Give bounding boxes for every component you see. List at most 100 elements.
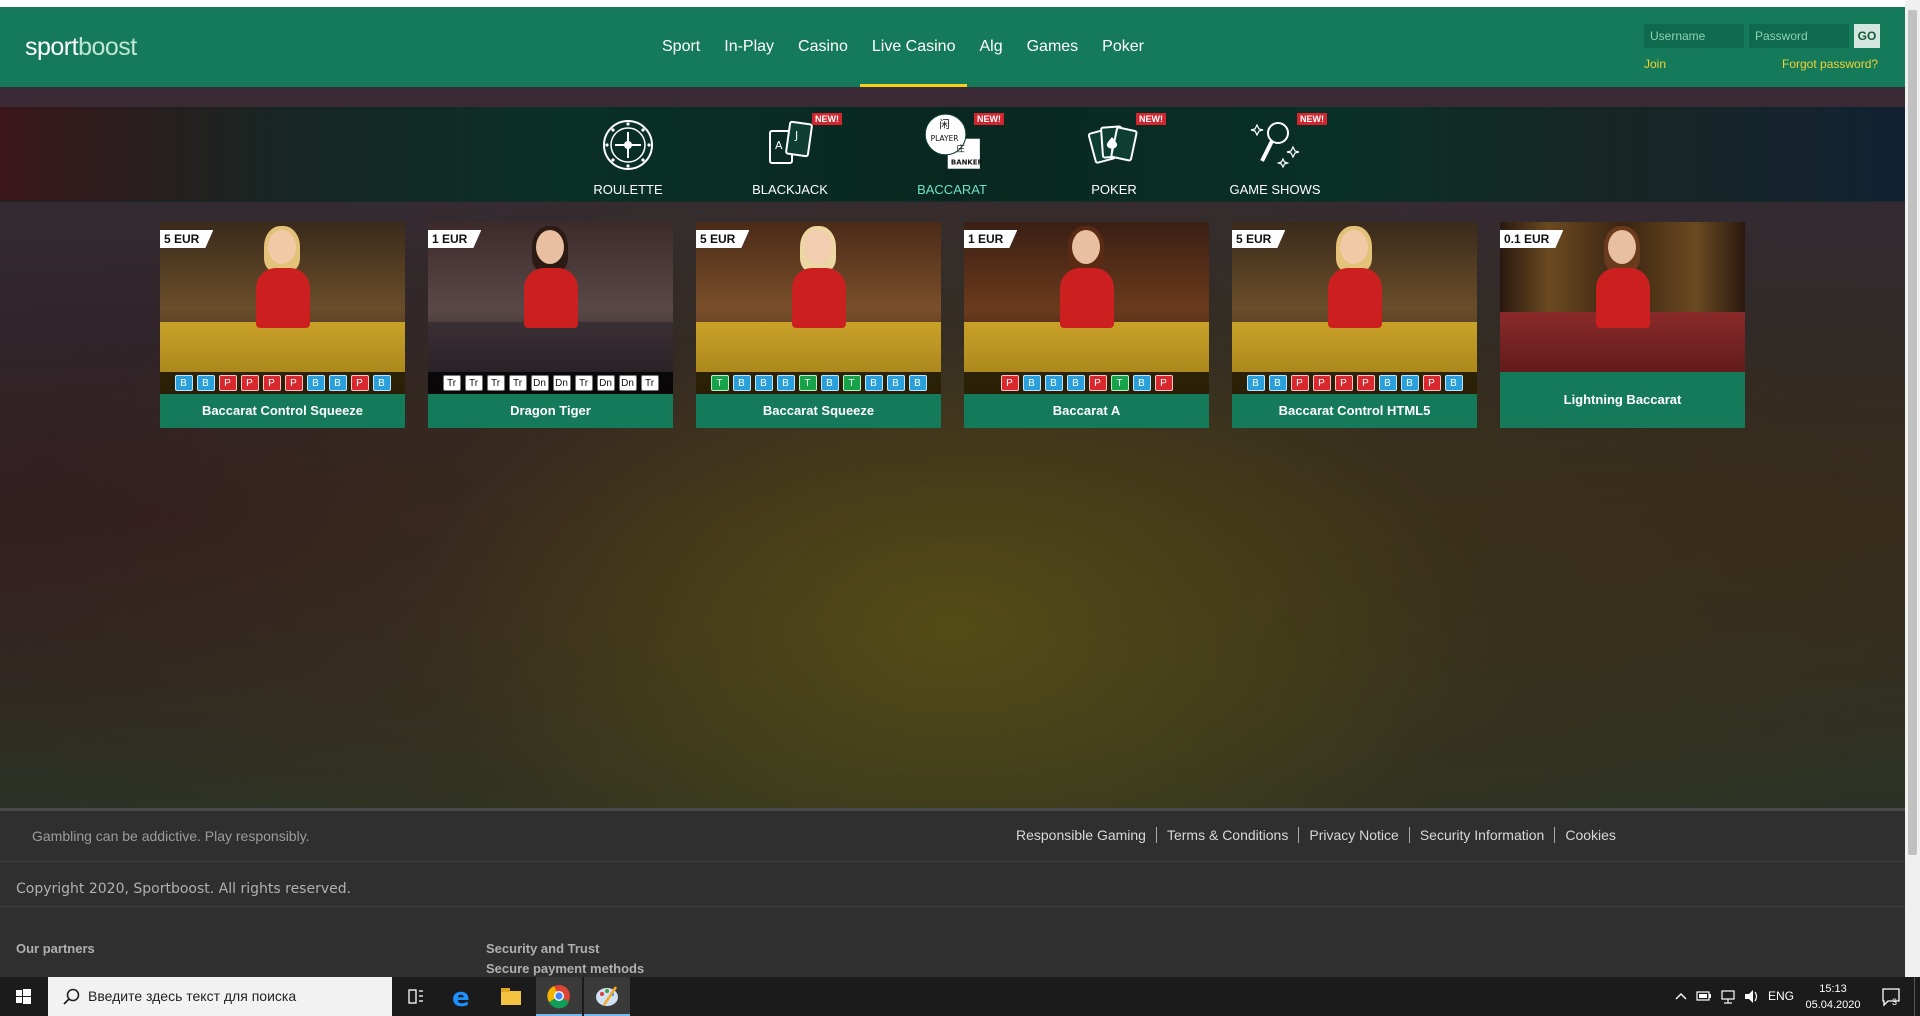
new-badge: NEW! <box>1297 113 1327 125</box>
taskbar-clock[interactable]: 15:13 05.04.2020 <box>1796 981 1870 1013</box>
road-result-chip: Tr <box>640 375 659 391</box>
taskbar-paint[interactable] <box>584 977 630 1016</box>
tray-volume[interactable] <box>1742 977 1762 1016</box>
show-hidden-icons[interactable] <box>1672 977 1690 1016</box>
road-result-chip: B <box>1444 375 1463 391</box>
task-view-button[interactable] <box>392 977 438 1016</box>
category-label: BACCARAT <box>917 182 987 197</box>
windows-logo-icon <box>16 989 31 1004</box>
min-bet-badge: 5 EUR <box>696 230 749 248</box>
road-result-chip: B <box>1044 375 1063 391</box>
taskbar-edge[interactable]: e <box>440 977 486 1016</box>
svg-text:BANKER: BANKER <box>951 158 984 166</box>
folder-icon <box>501 988 521 1005</box>
nav-sport[interactable]: Sport <box>650 7 712 87</box>
notification-count: 3 <box>1892 997 1898 1007</box>
game-tile-lightning-baccarat[interactable]: 0.1 EUR Lightning Baccarat <box>1500 222 1745 428</box>
footer-link-responsible-gaming[interactable]: Responsible Gaming <box>1008 827 1156 843</box>
category-blackjack[interactable]: A J NEW! BLACKJACK <box>720 107 860 202</box>
sportboost-logo[interactable]: sportboost <box>25 33 137 62</box>
new-badge: NEW! <box>974 113 1004 125</box>
game-tile-baccarat-control-squeeze[interactable]: 5 EUR BBPPPPBBPB Baccarat Control Squeez… <box>160 222 405 428</box>
game-tile-baccarat-squeeze[interactable]: 5 EUR TBBBTBTBBB Baccarat Squeeze <box>696 222 941 428</box>
windows-start-button[interactable] <box>0 977 46 1016</box>
road-result-chip: B <box>1132 375 1151 391</box>
road-result-chip: B <box>732 375 751 391</box>
clock-time: 15:13 <box>1819 983 1847 995</box>
site-header: sportboost Sport In-Play Casino Live Cas… <box>0 7 1905 87</box>
nav-poker[interactable]: Poker <box>1090 7 1156 87</box>
game-title: Lightning Baccarat <box>1500 372 1745 428</box>
language-indicator[interactable]: ENG <box>1768 989 1794 1005</box>
action-center-button[interactable]: 3 <box>1876 977 1906 1016</box>
game-tile-dragon-tiger[interactable]: 1 EUR Tr Tr Tr Tr Dn Dn Tr Dn Dn Tr Dragon Tiger <box>428 222 673 428</box>
category-label: POKER <box>1091 182 1137 197</box>
min-bet-badge: 0.1 EUR <box>1500 230 1563 248</box>
road-result-chip: P <box>240 375 259 391</box>
category-game-shows[interactable]: NEW! GAME SHOWS <box>1205 107 1345 202</box>
road-result-chip: P <box>1000 375 1019 391</box>
page-scrollbar[interactable] <box>1905 0 1920 977</box>
road-result-chip: P <box>1312 375 1331 391</box>
road-result-chip: B <box>754 375 773 391</box>
login-go-button[interactable]: GO <box>1854 24 1880 48</box>
category-poker[interactable]: NEW! POKER <box>1044 107 1184 202</box>
category-baccarat[interactable]: 闲 PLAYER 庄 BANKER NEW! BACCARAT <box>882 107 1022 202</box>
road-result-chip: B <box>776 375 795 391</box>
taskbar-file-explorer[interactable] <box>488 977 534 1016</box>
footer-link-cookies[interactable]: Cookies <box>1554 827 1626 843</box>
nav-games[interactable]: Games <box>1015 7 1091 87</box>
road-result-chip: P <box>1422 375 1441 391</box>
join-link[interactable]: Join <box>1644 57 1666 71</box>
footer-link-privacy[interactable]: Privacy Notice <box>1298 827 1408 843</box>
new-badge: NEW! <box>1136 113 1166 125</box>
footer-link-security[interactable]: Security Information <box>1408 827 1555 843</box>
forgot-password-link[interactable]: Forgot password? <box>1782 57 1912 71</box>
site-footer: Gambling can be addictive. Play responsi… <box>0 808 1905 977</box>
road-result-chip: P <box>218 375 237 391</box>
taskbar-chrome[interactable] <box>536 977 582 1016</box>
road-result-chip: P <box>262 375 281 391</box>
road-result-chip: P <box>1356 375 1375 391</box>
game-title: Baccarat Control Squeeze <box>160 394 405 428</box>
game-title: Baccarat A <box>964 394 1209 428</box>
show-desktop-button[interactable] <box>1914 977 1920 1016</box>
game-tile-baccarat-control-html5[interactable]: 5 EUR BBPPPPBBPB Baccarat Control HTML5 <box>1232 222 1477 428</box>
game-title: Dragon Tiger <box>428 394 673 428</box>
scrollbar-thumb[interactable] <box>1908 10 1917 855</box>
svg-text:闲: 闲 <box>939 118 950 131</box>
footer-link-terms[interactable]: Terms & Conditions <box>1155 827 1298 843</box>
road-result-chip: B <box>886 375 905 391</box>
tray-network[interactable] <box>1718 977 1738 1016</box>
divider <box>0 906 1905 907</box>
tray-battery[interactable] <box>1694 977 1714 1016</box>
category-roulette[interactable]: ROULETTE <box>558 107 698 202</box>
road-result-chip: Tr <box>574 375 593 391</box>
result-road: BBPPPPBBPB <box>160 372 405 394</box>
road-result-chip: Tr <box>442 375 461 391</box>
roulette-icon <box>603 120 653 170</box>
category-label: GAME SHOWS <box>1229 182 1321 197</box>
road-result-chip: Dn <box>618 375 637 391</box>
road-result-chip: B <box>1022 375 1041 391</box>
svg-text:PLAYER: PLAYER <box>931 134 959 143</box>
nav-casino[interactable]: Casino <box>786 7 860 87</box>
nav-alg[interactable]: Alg <box>967 7 1014 87</box>
svg-text:A: A <box>775 139 783 152</box>
nav-in-play[interactable]: In-Play <box>712 7 786 87</box>
result-road: TBBBTBTBBB <box>696 372 941 394</box>
microphone-stars-icon <box>1250 122 1300 169</box>
road-result-chip: T <box>842 375 861 391</box>
taskbar-search-box[interactable]: Введите здесь текст для поиска <box>48 977 392 1016</box>
road-result-chip: Dn <box>596 375 615 391</box>
task-view-icon <box>408 989 423 1004</box>
username-input[interactable] <box>1644 24 1744 48</box>
search-placeholder: Введите здесь текст для поиска <box>88 988 297 1004</box>
password-input[interactable] <box>1749 24 1849 48</box>
road-result-chip: B <box>1066 375 1085 391</box>
road-result-chip: B <box>372 375 391 391</box>
road-result-chip: Dn <box>530 375 549 391</box>
game-tile-baccarat-a[interactable]: 1 EUR PBBBPTBP Baccarat A <box>964 222 1209 428</box>
nav-live-casino[interactable]: Live Casino <box>859 7 968 87</box>
road-result-chip: T <box>710 375 729 391</box>
